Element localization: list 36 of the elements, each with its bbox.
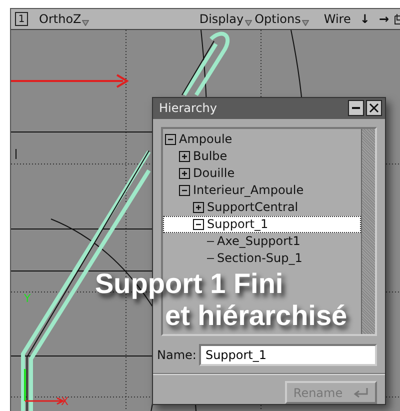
expand-icon[interactable] [179, 168, 190, 179]
close-icon [369, 103, 379, 114]
tool-icon[interactable]: → [378, 12, 389, 26]
shading-mode[interactable]: Wire [324, 12, 351, 26]
wire-segment [182, 32, 230, 97]
axis-label: Y [24, 292, 31, 305]
name-label: Name: [157, 348, 196, 362]
window-title: Hierarchy [159, 101, 218, 116]
tree-item[interactable]: Axe_Support1 [163, 232, 361, 250]
tree-item[interactable]: Section-Sup_1 [163, 250, 361, 267]
name-field[interactable]: Support_1 [199, 344, 377, 366]
axis-label: X [61, 395, 69, 408]
viewport-number[interactable]: 1 [15, 12, 28, 26]
tree-item[interactable]: Interieur_Ampoule [163, 182, 361, 199]
expand-icon[interactable] [193, 202, 204, 213]
tree-item[interactable]: Bulbe [163, 148, 361, 165]
close-button[interactable] [366, 100, 382, 116]
tree-item[interactable]: SupportCentral [163, 198, 361, 216]
viewport-menu[interactable]: Options [254, 12, 309, 26]
viewport-menu[interactable]: Display [199, 12, 252, 26]
dropdown-icon [82, 20, 90, 26]
window-icon[interactable] [394, 14, 400, 24]
camera-menu[interactable]: OrthoZ [39, 12, 90, 26]
dropdown-icon [244, 20, 252, 26]
collapse-icon[interactable] [179, 184, 190, 196]
tool-icon[interactable]: ↓ [360, 12, 370, 26]
collapse-icon[interactable] [165, 134, 176, 145]
tree-item[interactable]: Ampoule [163, 130, 361, 148]
caption-text: et hiérarchisé [165, 300, 348, 332]
dropdown-icon [302, 20, 309, 26]
minimize-button[interactable] [348, 100, 364, 116]
expand-icon[interactable] [179, 150, 190, 162]
tree-item[interactable]: Douille [163, 164, 361, 182]
scrollbar[interactable] [361, 128, 375, 334]
tree-item[interactable]: Support_1 [163, 216, 361, 233]
collapse-icon[interactable] [193, 218, 204, 230]
